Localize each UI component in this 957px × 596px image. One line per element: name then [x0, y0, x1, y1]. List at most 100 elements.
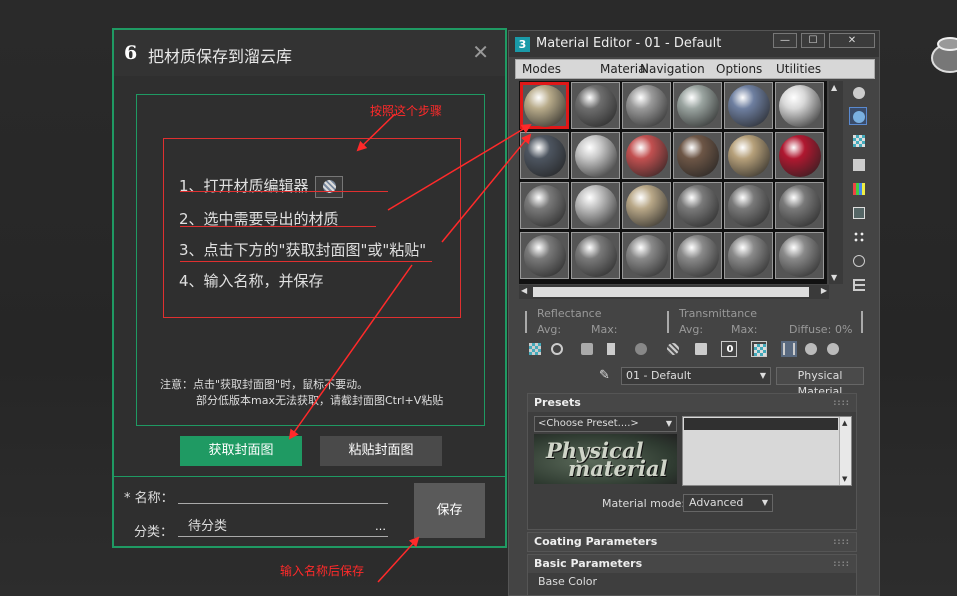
material-id-icon[interactable]: 0 [721, 341, 737, 357]
material-map-navigator-icon[interactable] [849, 275, 867, 293]
annotation-step: 按照这个步骤 [370, 104, 443, 118]
minimize-button[interactable]: — [773, 33, 797, 48]
material-slot[interactable] [520, 232, 569, 279]
material-slot[interactable] [520, 82, 569, 129]
put-to-library-icon[interactable] [665, 341, 681, 357]
material-slot[interactable] [622, 82, 671, 129]
scroll-down-icon[interactable]: ▼ [842, 475, 847, 483]
material-slot[interactable] [622, 132, 671, 179]
material-sphere [626, 235, 668, 277]
material-sphere [524, 185, 566, 227]
material-slot[interactable] [673, 82, 722, 129]
material-sphere [677, 185, 719, 227]
scroll-up-icon[interactable]: ▲ [842, 419, 847, 427]
vertical-scrollbar[interactable]: ▲ ▼ [829, 81, 843, 284]
backlight-icon[interactable] [849, 107, 867, 125]
coating-header[interactable]: Coating Parameters :::: [528, 533, 856, 551]
material-slot[interactable] [775, 182, 824, 229]
reflectance-area: Reflectance Avg: Max: Transmittance Avg:… [519, 307, 873, 341]
material-slot[interactable] [520, 182, 569, 229]
get-material-icon[interactable] [527, 341, 543, 357]
list-scrollbar[interactable]: ▲ ▼ [839, 417, 851, 485]
list-item[interactable] [684, 418, 838, 430]
logo-icon: 6 [124, 42, 138, 64]
material-slot[interactable] [622, 232, 671, 279]
save-button[interactable]: 保存 [414, 483, 485, 538]
material-slot[interactable] [622, 182, 671, 229]
scroll-up-icon[interactable]: ▲ [831, 83, 837, 92]
menu-navigation[interactable]: Navigation [640, 62, 705, 76]
material-name-field[interactable]: 01 - Default ▼ [621, 367, 771, 385]
scroll-down-icon[interactable]: ▼ [831, 273, 837, 282]
save-icon[interactable] [693, 341, 709, 357]
preset-list[interactable]: ▲ ▼ [682, 416, 852, 486]
material-sphere [728, 135, 770, 177]
sample-type-icon[interactable] [849, 83, 867, 101]
material-slot[interactable] [775, 82, 824, 129]
options-icon[interactable] [849, 227, 867, 245]
presets-rollout: Presets :::: <Choose Preset....> ▼ Physi… [527, 393, 857, 530]
material-sphere [524, 85, 566, 127]
scroll-left-icon[interactable]: ◀ [521, 286, 527, 295]
show-map-icon[interactable] [751, 341, 767, 357]
material-slot[interactable] [673, 182, 722, 229]
background-icon[interactable] [849, 131, 867, 149]
horizontal-scrollbar[interactable]: ◀ ▶ [519, 285, 829, 299]
material-slot[interactable] [724, 82, 773, 129]
maximize-button[interactable]: ☐ [801, 33, 825, 48]
material-mode-select[interactable]: Advanced ▼ [683, 494, 773, 512]
material-slot[interactable] [775, 132, 824, 179]
basic-header[interactable]: Basic Parameters :::: [528, 555, 856, 573]
material-slot[interactable] [571, 82, 620, 129]
menu-utilities[interactable]: Utilities [776, 62, 821, 76]
chevron-down-icon: ▼ [761, 498, 768, 507]
select-by-material-icon[interactable] [849, 251, 867, 269]
name-label: * 名称： [124, 491, 174, 506]
scroll-thumb[interactable] [533, 287, 809, 297]
presets-title: Presets [534, 396, 581, 409]
diffuse-label: Diffuse: [789, 323, 832, 336]
material-sphere [626, 135, 668, 177]
make-preview-icon[interactable] [849, 203, 867, 221]
material-slot[interactable] [673, 232, 722, 279]
note-line-1: 注意：点击"获取封面图"时，鼠标不要动。 [160, 378, 369, 391]
material-slot[interactable] [775, 232, 824, 279]
material-slot[interactable] [520, 132, 569, 179]
presets-header[interactable]: Presets :::: [528, 394, 856, 412]
step-3: 3、点击下方的"获取封面图"或"粘贴" [179, 241, 427, 259]
material-type-button[interactable]: Physical Material [776, 367, 864, 398]
preset-dropdown[interactable]: <Choose Preset....> ▼ [534, 416, 677, 432]
close-icon[interactable]: ✕ [472, 40, 489, 64]
menu-options[interactable]: Options [716, 62, 762, 76]
paste-cover-button[interactable]: 粘贴封面图 [320, 436, 442, 466]
go-forward-sibling-icon[interactable] [825, 341, 841, 357]
category-select[interactable]: 待分类 … [178, 517, 388, 537]
material-slot[interactable] [724, 232, 773, 279]
material-sphere [677, 85, 719, 127]
reflectance-avg-label: Avg: [537, 323, 562, 336]
video-color-check-icon[interactable] [849, 179, 867, 197]
scroll-right-icon[interactable]: ▶ [821, 286, 827, 295]
make-unique-icon[interactable] [633, 341, 649, 357]
dialog-title-bar[interactable]: 6 把材质保存到溜云库 ✕ [114, 30, 505, 76]
more-icon[interactable]: … [375, 517, 386, 537]
material-slot[interactable] [571, 132, 620, 179]
material-slot[interactable] [571, 232, 620, 279]
capture-cover-button[interactable]: 获取封面图 [180, 436, 302, 466]
material-slot[interactable] [673, 132, 722, 179]
material-slot[interactable] [571, 182, 620, 229]
menu-modes[interactable]: Modes [522, 62, 561, 76]
uv-tiling-icon[interactable] [849, 155, 867, 173]
put-to-scene-icon[interactable] [549, 341, 565, 357]
show-end-result-icon[interactable] [781, 341, 797, 357]
close-button[interactable]: ✕ [829, 33, 875, 48]
eyedropper-icon[interactable]: ✎ [599, 368, 610, 383]
underline [180, 226, 376, 227]
material-slot[interactable] [724, 182, 773, 229]
go-to-parent-icon[interactable] [803, 341, 819, 357]
assign-to-selection-icon[interactable] [579, 341, 595, 357]
name-input[interactable] [178, 484, 388, 504]
editor-title-bar[interactable]: 3 Material Editor - 01 - Default — ☐ ✕ [509, 31, 879, 57]
material-slot[interactable] [724, 132, 773, 179]
reset-map-icon[interactable] [603, 341, 619, 357]
